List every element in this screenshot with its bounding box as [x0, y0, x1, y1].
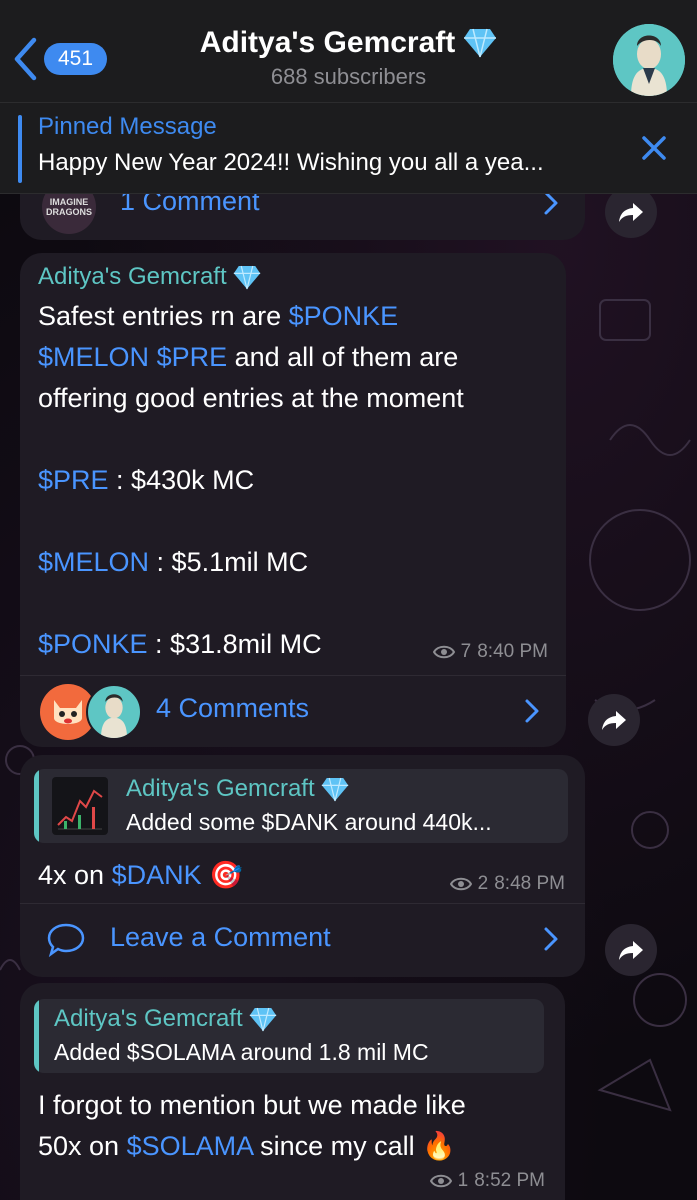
- quote-indicator: [34, 769, 39, 843]
- pinned-indicator: [18, 115, 22, 183]
- ticker-link[interactable]: $MELON: [38, 342, 149, 372]
- view-count: 1: [457, 1170, 469, 1191]
- reply-quote[interactable]: Aditya's Gemcraft Added some $DANK aroun…: [34, 769, 568, 843]
- message-meta: 1 8:52 PM: [429, 1170, 545, 1192]
- text-segment: and all of them are: [227, 342, 459, 372]
- view-count: 7: [460, 641, 472, 662]
- sender-name: Aditya's Gemcraft: [126, 775, 315, 802]
- message-bubble[interactable]: Aditya's Gemcraft Added $SOLAMA around 1…: [20, 983, 565, 1200]
- text-segment: 50x on: [38, 1131, 127, 1161]
- pinned-message-bar[interactable]: Pinned Message Happy New Year 2024!! Wis…: [0, 102, 697, 194]
- eye-icon: [449, 877, 472, 891]
- subscriber-count: 688 subscribers: [270, 64, 427, 89]
- diamond-icon: [321, 777, 348, 801]
- comment-bubble-icon: [47, 923, 85, 958]
- share-icon: [619, 941, 643, 960]
- share-icon: [602, 711, 626, 730]
- quote-text: Added $SOLAMA around 1.8 mil MC: [54, 1039, 429, 1065]
- channel-avatar[interactable]: [613, 24, 685, 96]
- diamond-icon: [464, 28, 497, 58]
- comments-button[interactable]: 4 Comments: [20, 675, 566, 745]
- pinned-label: Pinned Message: [38, 113, 217, 140]
- ticker-link[interactable]: $SOLAMA: [127, 1131, 253, 1161]
- text-segment: : $430k MC: [108, 465, 255, 495]
- text-segment: I forgot to mention but we made like: [38, 1090, 466, 1120]
- message-time: 8:48 PM: [494, 873, 565, 894]
- chart-thumbnail-icon: [57, 789, 103, 830]
- message-text: 4x on $DANK 🎯: [38, 855, 243, 896]
- message-sender: Aditya's Gemcraft: [38, 263, 261, 291]
- quote-thumbnail: [52, 777, 108, 835]
- ticker-link[interactable]: $MELON: [38, 547, 149, 577]
- eye-icon: [429, 1174, 452, 1188]
- quote-sender: Aditya's Gemcraft: [54, 1005, 277, 1033]
- cat-face-icon: [54, 700, 82, 724]
- share-icon: [619, 203, 643, 222]
- ticker-link[interactable]: $PRE: [157, 342, 228, 372]
- text-segment: Safest entries rn are: [38, 301, 289, 331]
- quote-indicator: [34, 999, 39, 1073]
- message-meta: 7 8:40 PM: [432, 641, 548, 663]
- avatar-illustration: [101, 694, 127, 738]
- text-segment: since my call: [252, 1131, 423, 1161]
- message-meta: 2 8:48 PM: [449, 873, 565, 895]
- message-text: I forgot to mention but we made like 50x…: [38, 1085, 558, 1167]
- message-bubble[interactable]: Aditya's Gemcraft Added some $DANK aroun…: [20, 755, 585, 977]
- channel-title[interactable]: Aditya's Gemcraft: [200, 26, 498, 60]
- sender-name: Aditya's Gemcraft: [54, 1005, 243, 1032]
- ticker-link[interactable]: $DANK: [112, 860, 202, 890]
- text-segment: offering good entries at the moment: [38, 383, 464, 413]
- chevron-right-icon: [525, 699, 539, 723]
- close-icon[interactable]: [639, 133, 669, 163]
- ticker-link[interactable]: $PRE: [38, 465, 109, 495]
- quote-sender: Aditya's Gemcraft: [126, 775, 349, 803]
- diamond-icon: [233, 265, 260, 289]
- channel-title-text: Aditya's Gemcraft: [199, 26, 456, 59]
- sender-name: Aditya's Gemcraft: [38, 263, 227, 290]
- text-segment: [149, 342, 157, 372]
- chat-header: 451 Aditya's Gemcraft 688 subscribers: [0, 0, 697, 102]
- view-count: 2: [477, 873, 489, 894]
- leave-comment-button[interactable]: Leave a Comment: [20, 903, 585, 973]
- avatar-illustration: [613, 24, 685, 96]
- message-time: 8:40 PM: [477, 641, 548, 662]
- message-text: Safest entries rn are $PONKE $MELON $PRE…: [38, 296, 558, 665]
- reply-quote[interactable]: Aditya's Gemcraft Added $SOLAMA around 1…: [34, 999, 544, 1073]
- pinned-text: Happy New Year 2024!! Wishing you all a …: [38, 149, 544, 176]
- diamond-icon: [249, 1007, 276, 1031]
- avatar-label: IMAGINE DRAGONS: [45, 197, 92, 217]
- text-segment: 4x on: [38, 860, 112, 890]
- text-segment: : $31.8mil MC: [147, 629, 322, 659]
- text-segment: : $5.1mil MC: [149, 547, 309, 577]
- message-time: 8:52 PM: [474, 1170, 545, 1191]
- message-bubble[interactable]: Aditya's Gemcraft Safest entries rn are …: [20, 253, 566, 747]
- commenter-avatar: [86, 684, 142, 740]
- target-emoji: 🎯: [209, 860, 243, 890]
- share-button[interactable]: [588, 694, 640, 746]
- fire-emoji: 🔥: [422, 1131, 456, 1161]
- eye-icon: [432, 645, 455, 659]
- ticker-link[interactable]: $PONKE: [289, 301, 399, 331]
- comments-label: 4 Comments: [156, 693, 310, 723]
- comments-label: Leave a Comment: [110, 922, 331, 952]
- ticker-link[interactable]: $PONKE: [38, 629, 148, 659]
- share-button[interactable]: [605, 924, 657, 976]
- chevron-right-icon: [544, 927, 558, 951]
- quote-text: Added some $DANK around 440k...: [126, 809, 492, 835]
